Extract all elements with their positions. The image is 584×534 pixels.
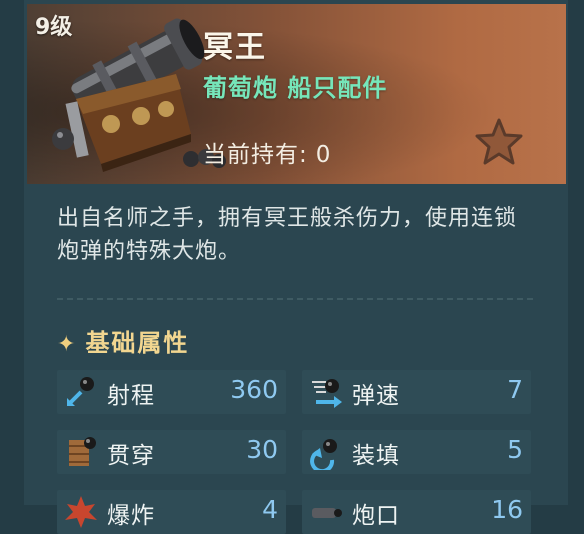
item-type: 葡萄炮 船只配件 [203, 74, 388, 102]
section-title-text: 基础属性 [85, 329, 190, 357]
stat-penetration: 贯穿 30 [57, 430, 286, 474]
sparkle-icon: ✦ [57, 332, 78, 357]
muzzle-icon [312, 508, 342, 518]
stat-value: 360 [230, 375, 278, 404]
item-level: 9级 [35, 15, 73, 40]
stat-value: 5 [507, 435, 523, 464]
stat-label: 贯穿 [107, 443, 155, 469]
bullet-speed-icon [312, 379, 342, 408]
stat-value: 30 [246, 435, 278, 464]
stat-bullet-speed: 弹速 7 [302, 370, 531, 414]
star-favorite-icon[interactable] [474, 117, 524, 167]
stat-reload: 装填 5 [302, 430, 531, 474]
owned-value: 0 [315, 142, 332, 168]
stat-value: 4 [262, 495, 278, 524]
stat-explosion: 爆炸 4 [57, 490, 286, 534]
base-attributes-title: ✦ 基础属性 [57, 323, 189, 358]
stat-muzzle: 炮口 16 [302, 490, 531, 534]
penetration-icon [69, 437, 96, 466]
stat-label: 爆炸 [107, 503, 155, 529]
stat-label: 射程 [107, 383, 155, 409]
section-divider [57, 298, 533, 300]
range-icon [67, 377, 94, 406]
explosion-icon [65, 496, 97, 528]
stat-range: 射程 360 [57, 370, 286, 414]
stat-value: 7 [507, 375, 523, 404]
owned-label: 当前持有: [203, 142, 308, 168]
stat-label: 装填 [352, 443, 400, 469]
stat-value: 16 [491, 495, 523, 524]
owned-count: 当前持有: 0 [203, 135, 339, 169]
stat-label: 弹速 [352, 383, 400, 409]
stat-label: 炮口 [352, 503, 400, 529]
reload-icon [310, 439, 337, 470]
item-description: 出自名师之手，拥有冥王般杀伤力，使用连锁炮弹的特殊大炮。 [57, 206, 518, 264]
item-name: 冥王 [203, 30, 267, 65]
